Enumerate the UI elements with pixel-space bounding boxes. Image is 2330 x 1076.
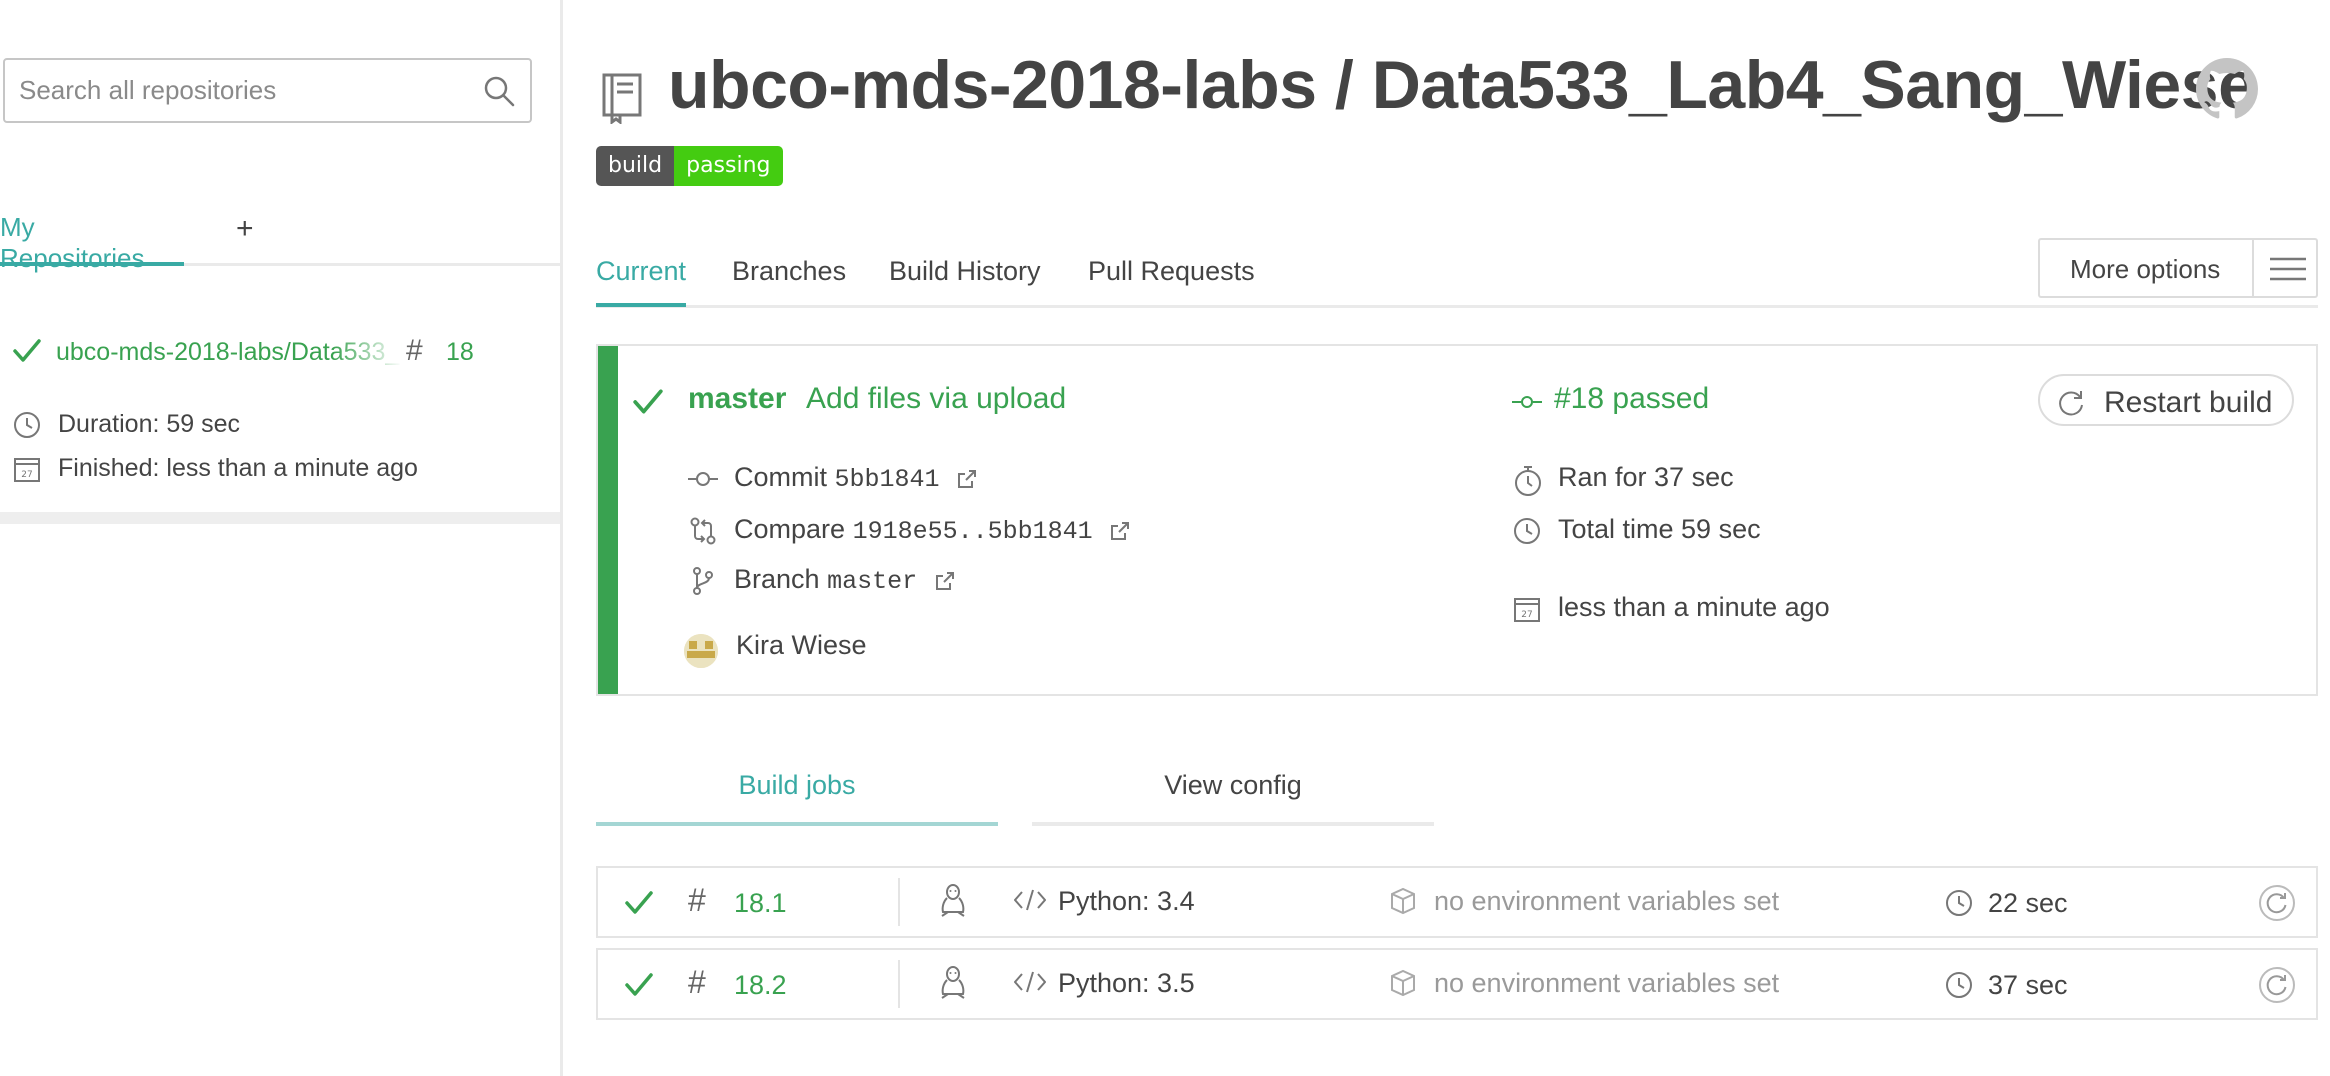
- author-name: Kira Wiese: [736, 630, 867, 660]
- commit-label: Commit: [734, 462, 827, 492]
- check-icon: [624, 888, 654, 918]
- github-icon[interactable]: [2196, 58, 2258, 120]
- avatar: [684, 634, 718, 668]
- search-icon[interactable]: [482, 74, 516, 108]
- build-status-badge[interactable]: build passing: [596, 146, 783, 186]
- job-duration: 37 sec: [1988, 970, 2068, 1000]
- box-icon: [1388, 968, 1418, 998]
- svg-text:27: 27: [21, 470, 32, 480]
- compare-icon: [688, 516, 718, 546]
- branch-label: Branch: [734, 564, 820, 594]
- sidebar-finished: 27 Finished: less than a minute ago: [12, 450, 552, 486]
- calendar-icon: 27: [12, 454, 42, 484]
- external-link-icon[interactable]: [1110, 521, 1130, 541]
- restart-icon: [2056, 388, 2086, 418]
- job-env: no environment variables set: [1434, 968, 1780, 998]
- ran-for-text: Ran for 37 sec: [1558, 462, 1734, 492]
- more-options-label[interactable]: More options: [2070, 254, 2220, 285]
- job-row[interactable]: # 18.1 Python: 3.4 no environment variab…: [596, 866, 2318, 938]
- compare-range[interactable]: 1918e55..5bb1841: [853, 517, 1093, 546]
- job-duration: 22 sec: [1988, 888, 2068, 918]
- sidebar-repo-slug[interactable]: ubco-mds-2018-labs/Data533_Lab4_Sang_Wie…: [56, 338, 402, 367]
- stopwatch-icon: [1512, 464, 1544, 498]
- check-icon: [12, 336, 42, 366]
- add-repository-button[interactable]: +: [236, 212, 254, 246]
- svg-text:27: 27: [1521, 610, 1532, 620]
- code-icon: [1014, 970, 1046, 994]
- clock-icon: [1944, 888, 1974, 918]
- branch-name[interactable]: master: [827, 567, 917, 596]
- sidebar-divider: [0, 512, 560, 524]
- current-build-card: master Add files via upload Commit 5bb18…: [596, 344, 2318, 696]
- repo-title: ubco-mds-2018-labs / Data533_Lab4_Sang_W…: [668, 47, 2256, 123]
- sidebar-repo-item[interactable]: ubco-mds-2018-labs/Data533_Lab4_Sang_Wie…: [12, 332, 552, 372]
- finished-text: less than a minute ago: [1558, 592, 1830, 622]
- restart-build-button[interactable]: Restart build: [2038, 374, 2294, 426]
- tab-view-config[interactable]: View config: [1032, 770, 1434, 826]
- job-env: no environment variables set: [1434, 886, 1780, 916]
- linux-icon: [938, 964, 968, 1002]
- clock-icon: [1944, 970, 1974, 1000]
- job-row[interactable]: # 18.2 Python: 3.5 no environment variab…: [596, 948, 2318, 1020]
- restart-icon[interactable]: [2258, 884, 2296, 922]
- sidebar-build-number[interactable]: 18: [446, 338, 474, 367]
- tab-branches[interactable]: Branches: [732, 256, 846, 287]
- restart-build-label[interactable]: Restart build: [2104, 386, 2272, 420]
- job-number[interactable]: 18.2: [734, 970, 787, 1001]
- restart-icon[interactable]: [2258, 966, 2296, 1004]
- commit-icon: [1512, 394, 1542, 410]
- compare-link[interactable]: Compare 1918e55..5bb1841: [734, 514, 1130, 546]
- check-icon: [624, 970, 654, 1000]
- clock-icon: [1512, 516, 1542, 546]
- branch-icon: [688, 566, 718, 596]
- sidebar-duration: Duration: 59 sec: [12, 406, 552, 442]
- compare-label: Compare: [734, 514, 846, 544]
- commit-sha[interactable]: 5bb1841: [835, 465, 940, 494]
- branch-link[interactable]: Branch master: [734, 564, 955, 596]
- sidebar-finished-text: Finished: less than a minute ago: [58, 454, 418, 482]
- clock-icon: [12, 410, 42, 440]
- divider: [898, 878, 900, 926]
- build-status-text[interactable]: #18 passed: [1554, 382, 1709, 416]
- commit-message: Add files via upload: [806, 382, 1067, 415]
- calendar-icon: 27: [1512, 594, 1542, 624]
- hash-icon: #: [688, 882, 706, 918]
- box-icon: [1388, 886, 1418, 916]
- tab-my-repositories[interactable]: My Repositories: [0, 212, 184, 273]
- commit-icon: [688, 464, 718, 494]
- sidebar-duration-text: Duration: 59 sec: [58, 410, 241, 438]
- sidebar: My Repositories + ubco-mds-2018-labs/Dat…: [0, 0, 563, 1076]
- repo-tabs: My Repositories +: [0, 208, 560, 273]
- tab-current[interactable]: Current: [596, 256, 687, 307]
- check-icon: [632, 386, 664, 418]
- search-box[interactable]: [3, 58, 532, 123]
- job-language: Python: 3.4: [1058, 886, 1195, 916]
- linux-icon: [938, 882, 968, 920]
- tab-build-history[interactable]: Build History: [889, 256, 1041, 287]
- tab-build-jobs[interactable]: Build jobs: [596, 770, 998, 826]
- commit-link[interactable]: Commit 5bb1841: [734, 462, 977, 494]
- external-link-icon[interactable]: [935, 571, 955, 591]
- divider: [898, 960, 900, 1008]
- tab-pull-requests[interactable]: Pull Requests: [1088, 256, 1255, 287]
- hamburger-icon[interactable]: [2252, 240, 2318, 296]
- badge-label: build: [596, 146, 675, 186]
- more-options-button[interactable]: More options: [2038, 238, 2318, 298]
- total-time-text: Total time 59 sec: [1558, 514, 1761, 544]
- build-branch[interactable]: master: [688, 382, 786, 416]
- repo-book-icon: [600, 72, 644, 124]
- search-input[interactable]: [19, 60, 459, 121]
- hash-icon: #: [406, 334, 423, 367]
- status-stripe: [598, 346, 618, 694]
- hash-icon: #: [688, 964, 706, 1000]
- badge-status: passing: [674, 146, 783, 186]
- code-icon: [1014, 888, 1046, 912]
- job-language: Python: 3.5: [1058, 968, 1195, 998]
- external-link-icon[interactable]: [957, 469, 977, 489]
- job-number[interactable]: 18.1: [734, 888, 787, 919]
